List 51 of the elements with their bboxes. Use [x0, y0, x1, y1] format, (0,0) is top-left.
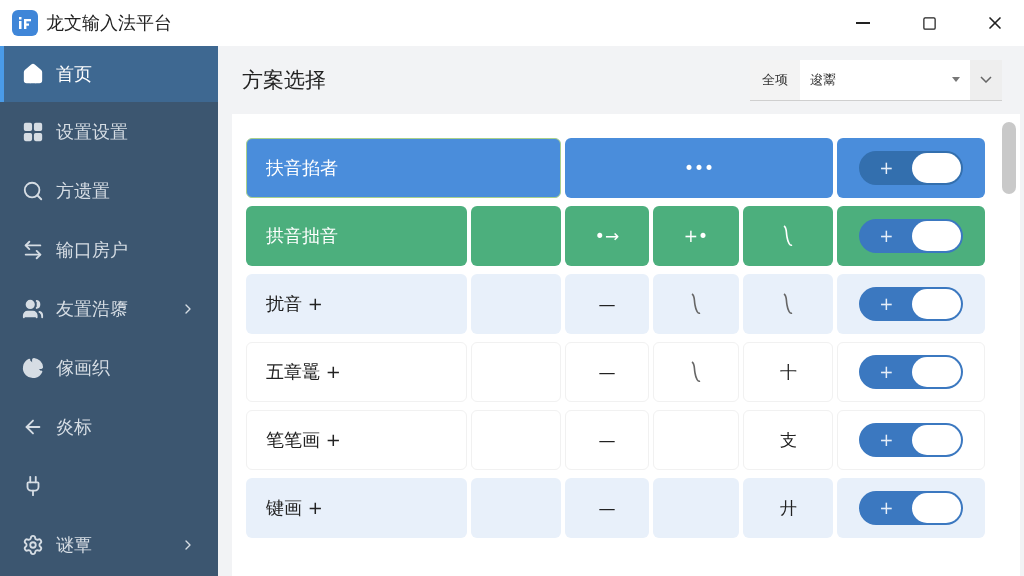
table-cell: —	[565, 410, 649, 470]
sidebar-item[interactable]: 谜覃	[0, 515, 218, 574]
toggle-switch[interactable]: +	[859, 423, 963, 457]
pie-chart-icon	[22, 356, 44, 379]
filter-tab[interactable]: 全项	[750, 59, 800, 100]
table-cell: 十	[743, 342, 833, 402]
table-cell: •→	[565, 206, 649, 266]
scheme-name-cell[interactable]: 扶音掐者	[246, 138, 561, 198]
page-title: 方案选择	[242, 67, 327, 94]
window-title: 龙文输入法平台	[46, 11, 173, 35]
toggle-switch[interactable]: +	[859, 491, 963, 525]
home-icon	[22, 63, 44, 85]
toggle-switch[interactable]: +	[859, 287, 963, 321]
sidebar-item[interactable]: 方遗置	[0, 161, 218, 220]
scheme-name-cell[interactable]: 笔笔画 +	[246, 410, 467, 470]
toggle-switch[interactable]: +	[859, 219, 963, 253]
table-cell: —	[565, 478, 649, 538]
squiggle-icon	[690, 360, 702, 384]
scheme-name-cell[interactable]: 五章鼍 +	[246, 342, 467, 402]
table-cell: 廾	[743, 478, 833, 538]
scheme-name-cell[interactable]: 扰音 +	[246, 274, 467, 334]
table-cell: —	[565, 274, 649, 334]
sidebar-item[interactable]: 设置设置	[0, 102, 218, 161]
sidebar-item[interactable]: 炎标	[0, 397, 218, 456]
search-icon	[22, 179, 44, 202]
table-cell: •••	[565, 138, 833, 198]
table-cell: —	[565, 342, 649, 402]
expand-button[interactable]	[970, 59, 1002, 100]
toggle-switch[interactable]: +	[859, 151, 963, 185]
table-cell: +•	[653, 206, 739, 266]
scheme-select[interactable]: 逡鬻	[800, 59, 970, 100]
squiggle-icon	[782, 224, 794, 248]
sidebar-item[interactable]: 首页	[0, 46, 218, 102]
chevron-down-icon	[980, 76, 992, 83]
app-logo-icon	[12, 10, 38, 36]
scheme-name-cell[interactable]: 键画 +	[246, 478, 467, 538]
settings-icon	[22, 533, 44, 556]
sidebar-item[interactable]: 友置浩隳	[0, 279, 218, 338]
sidebar-item[interactable]: 傢画织	[0, 338, 218, 397]
grid-icon	[22, 120, 44, 143]
swap-arrows-icon	[22, 238, 44, 261]
squiggle-icon	[782, 292, 794, 316]
maximize-icon	[921, 15, 937, 31]
users-icon	[22, 297, 44, 320]
minimize-icon	[856, 22, 870, 24]
scrollbar-thumb[interactable]	[1002, 122, 1016, 194]
caret-icon	[952, 77, 960, 82]
table-cell: 支	[743, 410, 833, 470]
squiggle-icon	[690, 292, 702, 316]
sidebar-item[interactable]: 输口房户	[0, 220, 218, 279]
toggle-switch[interactable]: +	[859, 355, 963, 389]
